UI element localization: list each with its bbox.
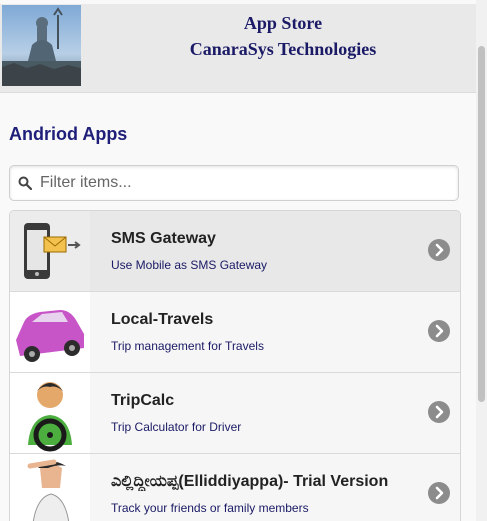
search-icon bbox=[18, 176, 32, 190]
app-description: Trip Calculator for Driver bbox=[111, 420, 242, 434]
filter-box[interactable] bbox=[9, 165, 459, 201]
phone-sms-icon bbox=[10, 211, 90, 291]
company-title: CanaraSys Technologies bbox=[189, 39, 377, 59]
app-description: Trip management for Travels bbox=[111, 339, 264, 353]
vertical-scrollbar[interactable] bbox=[476, 0, 487, 521]
app-name: TripCalc bbox=[111, 392, 175, 409]
app-description: Use Mobile as SMS Gateway bbox=[111, 258, 268, 272]
person-searching-icon bbox=[10, 454, 90, 521]
app-list: SMS Gateway Use Mobile as SMS Gateway Lo… bbox=[9, 210, 461, 521]
shiva-statue-logo bbox=[2, 5, 81, 86]
header-titles: App Store CanaraSys Technologies bbox=[88, 10, 476, 62]
scrollbar-thumb[interactable] bbox=[478, 46, 485, 402]
list-item-sms-gateway[interactable]: SMS Gateway Use Mobile as SMS Gateway bbox=[10, 211, 460, 292]
app-name: Local-Travels bbox=[111, 311, 214, 328]
chevron-right-icon bbox=[428, 401, 450, 423]
section-title: Andriod Apps bbox=[9, 124, 128, 144]
filter-input[interactable] bbox=[38, 169, 452, 197]
app-description: Track your friends or family members bbox=[111, 501, 309, 515]
chevron-right-icon bbox=[428, 320, 450, 342]
car-icon bbox=[10, 292, 90, 372]
driver-icon bbox=[10, 373, 90, 453]
list-item-elliddiyappa[interactable]: ಎಲ್ಲಿದ್ದೀಯಪ್ಪ(Elliddiyappa)- Trial Versi… bbox=[10, 454, 460, 521]
app-name: ಎಲ್ಲಿದ್ದೀಯಪ್ಪ(Elliddiyappa)- Trial Versi… bbox=[111, 473, 389, 490]
list-item-local-travels[interactable]: Local-Travels Trip management for Travel… bbox=[10, 292, 460, 373]
chevron-right-icon bbox=[428, 239, 450, 261]
list-item-tripcalc[interactable]: TripCalc Trip Calculator for Driver bbox=[10, 373, 460, 454]
app-name: SMS Gateway bbox=[111, 230, 216, 247]
app-store-title: App Store bbox=[243, 13, 323, 33]
header: App Store CanaraSys Technologies bbox=[0, 4, 476, 93]
app-store-page: App Store CanaraSys Technologies Andriod… bbox=[0, 0, 476, 521]
chevron-right-icon bbox=[428, 482, 450, 504]
